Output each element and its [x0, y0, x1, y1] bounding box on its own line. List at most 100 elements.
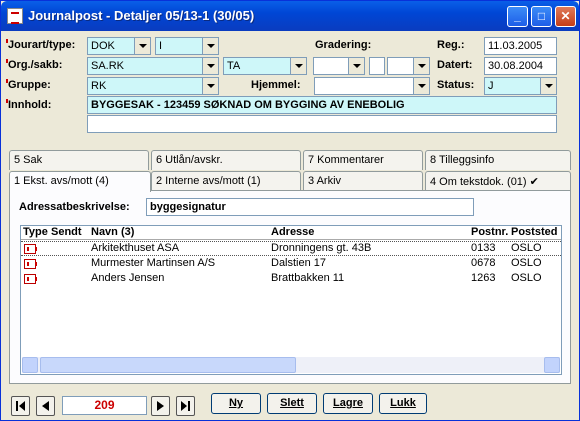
chevron-down-icon[interactable] [202, 78, 218, 94]
gradering-label: Gradering: [315, 39, 372, 51]
cell-poststed: OSLO [511, 272, 542, 284]
chevron-down-icon[interactable] [413, 78, 429, 94]
cell-poststed: OSLO [511, 257, 542, 269]
cell-adresse: Brattbakken 11 [271, 272, 345, 284]
chevron-down-icon[interactable] [540, 78, 556, 94]
gradering-code-field[interactable] [369, 57, 385, 75]
next-record-button[interactable] [151, 396, 170, 416]
last-record-icon [181, 401, 190, 411]
reg-label: Reg.: [437, 39, 465, 51]
slett-button[interactable]: Slett [267, 393, 317, 414]
type-value: I [159, 40, 163, 52]
scroll-left-icon[interactable] [22, 357, 38, 373]
first-record-icon [16, 401, 25, 411]
status-select[interactable]: J [484, 77, 557, 95]
horizontal-scrollbar[interactable] [22, 357, 560, 373]
cell-navn: Murmester Martinsen A/S [91, 257, 216, 269]
sakb-select[interactable]: TA [223, 57, 307, 75]
chevron-down-icon[interactable] [202, 38, 218, 54]
cell-adresse: Dronningens gt. 43B [271, 242, 372, 254]
tab-tilleggsinfo[interactable]: 8 Tilleggsinfo [425, 150, 571, 170]
hjemmel-select[interactable] [314, 77, 430, 95]
table-row[interactable]: Anders Jensen Brattbakken 11 1263 OSLO [21, 272, 561, 287]
cell-navn: Arkitekthuset ASA [91, 242, 180, 254]
gruppe-value: RK [91, 80, 107, 92]
hjemmel-label: Hjemmel: [251, 79, 301, 91]
chevron-down-icon[interactable] [134, 38, 150, 54]
col-adresse[interactable]: Adresse [271, 226, 314, 238]
innhold-field[interactable]: BYGGESAK - 123459 SØKNAD OM BYGGING AV E… [87, 96, 557, 114]
org-select[interactable]: SA.RK [87, 57, 219, 75]
letter-icon [24, 244, 37, 254]
cell-postnr: 0678 [471, 257, 496, 269]
col-navn[interactable]: Navn (3) [91, 226, 134, 238]
tab-sak[interactable]: 5 Sak [9, 150, 149, 170]
journalpost-window: Journalpost - Detaljer 05/13-1 (30/05) _… [0, 0, 580, 421]
tab-kommentarer[interactable]: 7 Kommentarer [303, 150, 423, 170]
gradering-extra-select[interactable] [387, 57, 430, 75]
status-label: Status: [437, 79, 475, 91]
org-value: SA.RK [91, 60, 125, 72]
scroll-right-icon[interactable] [544, 357, 560, 373]
cell-poststed: OSLO [511, 242, 542, 254]
jourart-select[interactable]: DOK [87, 37, 151, 55]
tab-om-tekstdok[interactable]: 4 Om tekstdok. (01) ✔ [425, 171, 571, 191]
type-select[interactable]: I [155, 37, 219, 55]
minimize-button[interactable]: _ [507, 6, 528, 27]
table-row[interactable]: Murmester Martinsen A/S Dalstien 17 0678… [21, 257, 561, 272]
window-title: Journalpost - Detaljer 05/13-1 (30/05) [28, 8, 255, 23]
chevron-down-icon[interactable] [290, 58, 306, 74]
first-record-button[interactable] [11, 396, 30, 416]
gradering-select[interactable] [313, 57, 365, 75]
tab-ekst-avs-mott[interactable]: 1 Ekst. avs/mott (4) [9, 171, 151, 192]
adressatbeskrivelse-label: Adressatbeskrivelse: [19, 201, 130, 213]
chevron-down-icon[interactable] [348, 58, 364, 74]
cell-postnr: 1263 [471, 272, 496, 284]
reg-date-field[interactable]: 11.03.2005 [484, 37, 557, 55]
app-icon [7, 8, 23, 24]
tab-interne-avs-mott[interactable]: 2 Interne avs/mott (1) [151, 171, 301, 191]
maximize-button[interactable]: □ [531, 6, 552, 27]
status-value: J [488, 80, 494, 92]
cell-adresse: Dalstien 17 [271, 257, 327, 269]
cell-navn: Anders Jensen [91, 272, 165, 284]
chevron-down-icon[interactable] [413, 58, 429, 74]
innhold-label: Innhold: [5, 99, 52, 111]
lagre-button[interactable]: Lagre [323, 393, 373, 414]
col-sendt[interactable]: Sendt [51, 226, 82, 238]
previous-record-button[interactable] [36, 396, 55, 416]
jourart-label: Jourart/type: [5, 39, 76, 51]
innhold-line2-field[interactable] [87, 115, 557, 133]
record-counter[interactable]: 209 [62, 396, 147, 415]
recipient-table: Type Sendt Navn (3) Adresse Postnr. Post… [20, 225, 562, 375]
jourart-value: DOK [91, 40, 115, 52]
previous-icon [42, 401, 49, 411]
chevron-down-icon[interactable] [202, 58, 218, 74]
last-record-button[interactable] [176, 396, 195, 416]
scrollbar-thumb[interactable] [40, 357, 296, 373]
sakb-value: TA [227, 60, 241, 72]
letter-icon [24, 274, 37, 284]
col-poststed[interactable]: Poststed [511, 226, 557, 238]
next-icon [157, 401, 164, 411]
table-row[interactable]: Arkitekthuset ASA Dronningens gt. 43B 01… [21, 241, 561, 256]
adressatbeskrivelse-field[interactable]: byggesignatur [146, 198, 474, 216]
title-bar[interactable]: Journalpost - Detaljer 05/13-1 (30/05) _… [1, 1, 579, 31]
close-button[interactable]: ✕ [555, 6, 576, 27]
col-postnr[interactable]: Postnr. [471, 226, 508, 238]
tab-arkiv[interactable]: 3 Arkiv [303, 171, 423, 191]
lukk-button[interactable]: Lukk [379, 393, 427, 414]
cell-postnr: 0133 [471, 242, 496, 254]
table-header: Type Sendt Navn (3) Adresse Postnr. Post… [21, 226, 561, 240]
col-type[interactable]: Type [23, 226, 48, 238]
letter-icon [24, 259, 37, 269]
gruppe-label: Gruppe: [6, 79, 51, 91]
tab-control: 5 Sak 6 Utlån/avskr. 7 Kommentarer 8 Til… [9, 150, 571, 384]
org-sakb-label: Org./sakb: [5, 59, 63, 71]
datert-date-field[interactable]: 30.08.2004 [484, 57, 557, 75]
tab-panel: Adressatbeskrivelse: byggesignatur Type … [9, 190, 571, 384]
datert-label: Datert: [437, 59, 473, 71]
ny-button[interactable]: Ny [211, 393, 261, 414]
gruppe-select[interactable]: RK [87, 77, 219, 95]
tab-utlan[interactable]: 6 Utlån/avskr. [151, 150, 301, 170]
